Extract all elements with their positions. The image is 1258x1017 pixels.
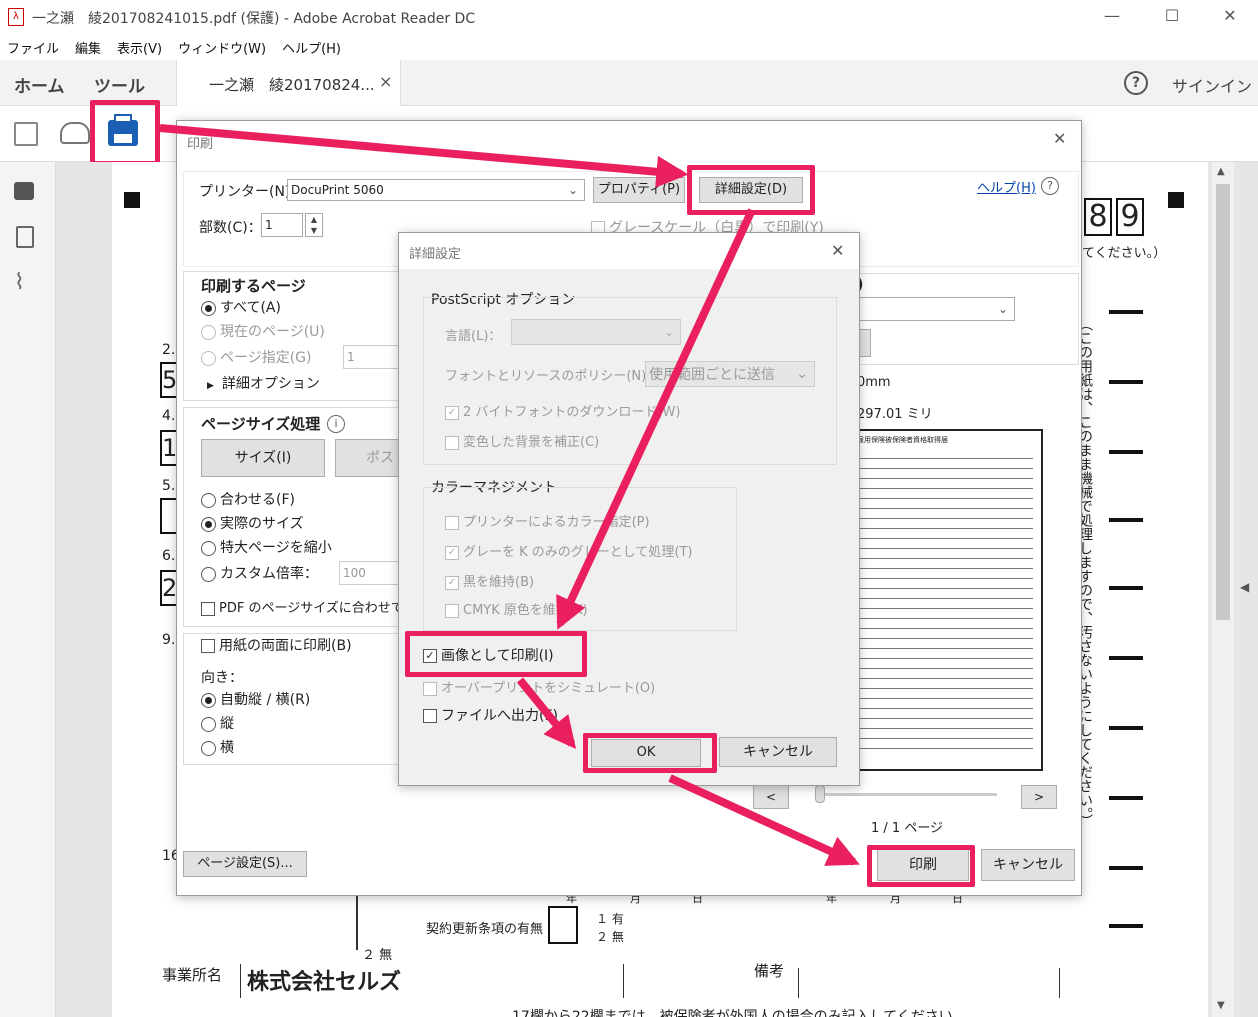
annotation-arrows xyxy=(159,124,860,866)
arrow-ok-to-print xyxy=(668,774,860,866)
arrow-image-to-ok xyxy=(516,677,577,749)
arrow-advanced-to-image xyxy=(556,208,756,630)
arrow-print-to-advanced xyxy=(159,124,689,188)
